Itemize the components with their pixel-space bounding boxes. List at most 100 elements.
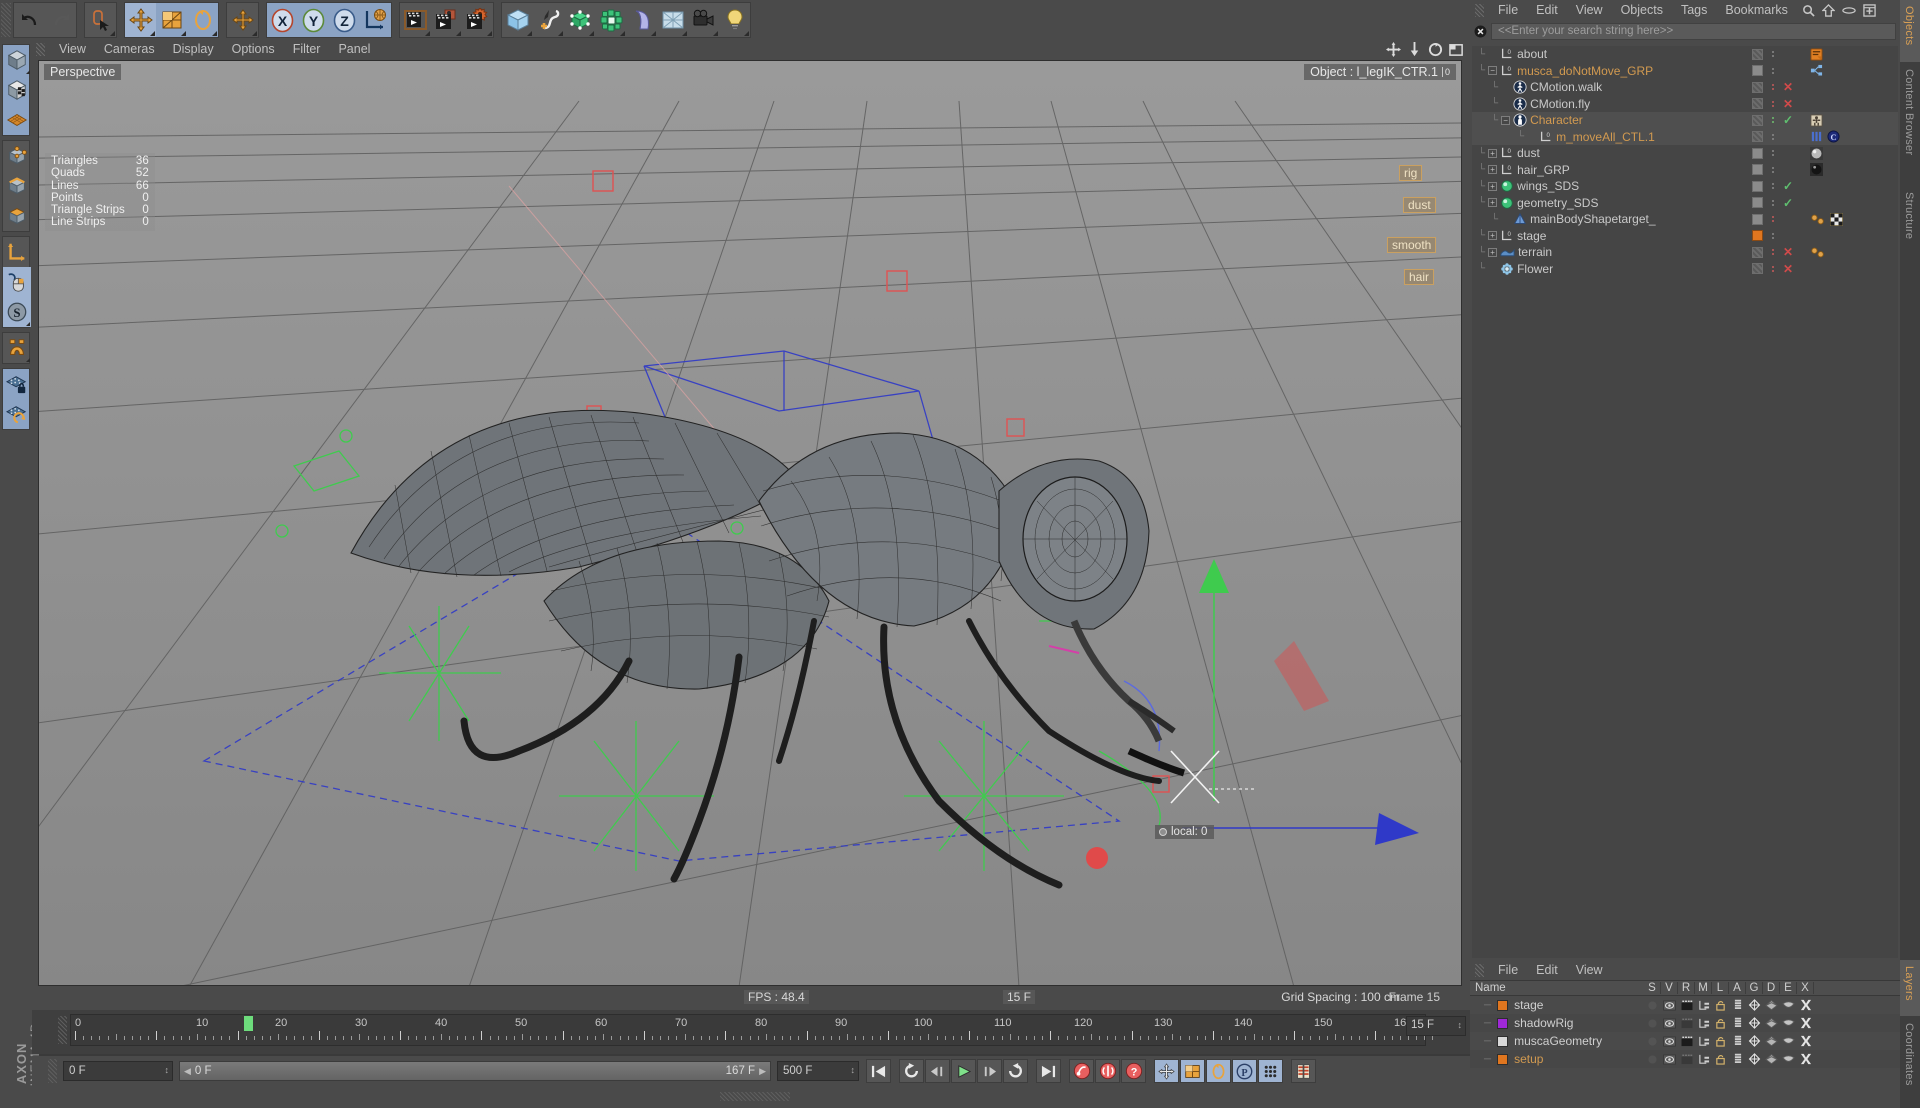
layer-flag-e[interactable] (1780, 1000, 1797, 1011)
viewport-menu-view[interactable]: View (50, 40, 95, 58)
spline-pen-icon[interactable] (533, 3, 564, 37)
floor-icon[interactable] (657, 3, 688, 37)
om-menu-tags[interactable]: Tags (1672, 1, 1716, 19)
transport-grip[interactable] (48, 1059, 57, 1083)
orange-note-tag[interactable] (1810, 48, 1823, 61)
visibility-toggle[interactable] (1752, 214, 1763, 225)
parameter-key-icon[interactable] (1258, 1059, 1283, 1083)
model-mode-icon[interactable] (3, 45, 31, 75)
protection-tag[interactable]: C (1827, 130, 1840, 143)
record-key-icon[interactable] (1069, 1059, 1094, 1083)
object-tree-row[interactable]: └0m_moveAll_CTL.1C (1472, 129, 1898, 146)
axis-x-button[interactable]: X (267, 3, 298, 37)
dolly-icon[interactable] (1407, 42, 1422, 57)
workplane-rotate-icon[interactable] (3, 399, 31, 429)
current-frame-field[interactable]: 0 F ↕ (63, 1061, 173, 1081)
current-frame-marker[interactable] (244, 1016, 253, 1031)
viewport-tag-dust[interactable]: dust (1403, 197, 1436, 213)
key-question-icon[interactable]: ? (1121, 1059, 1146, 1083)
undo-button[interactable] (14, 3, 45, 37)
polygons-mode-icon[interactable] (3, 201, 31, 231)
tree-expander-plus[interactable]: + (1488, 248, 1497, 257)
pan-icon[interactable] (1386, 42, 1401, 57)
character-tag[interactable] (1810, 114, 1823, 127)
om-menu-objects[interactable]: Objects (1612, 1, 1672, 19)
viewport-tag-smooth[interactable]: smooth (1387, 237, 1436, 253)
object-tree[interactable]: └0about└−0musca_doNotMove_GRP└CMotion.wa… (1472, 46, 1898, 958)
layer-flag-m[interactable] (1695, 1054, 1712, 1065)
visibility-dots[interactable] (1767, 96, 1779, 112)
viewport-3d[interactable]: Y Perspective Object : l_legIK_CTR.1 0 T… (38, 60, 1462, 986)
layer-flag-r[interactable] (1678, 1018, 1695, 1029)
layer-flag-x[interactable] (1797, 1035, 1814, 1047)
step-back-icon[interactable] (925, 1059, 950, 1083)
layers-menu-edit[interactable]: Edit (1527, 961, 1567, 979)
rotation-key-icon[interactable] (1206, 1059, 1231, 1083)
side-tab-objects[interactable]: Objects (1900, 0, 1920, 62)
layer-flag-v[interactable] (1661, 1036, 1678, 1047)
visibility-toggle[interactable] (1752, 164, 1763, 175)
layer-flag-l[interactable] (1712, 1017, 1729, 1029)
xpresso-tag[interactable] (1810, 64, 1823, 77)
object-tree-row[interactable]: └+wings_SDS✓ (1472, 178, 1898, 195)
side-tab-structure[interactable]: Structure (1900, 186, 1920, 264)
scrub-prev-icon[interactable]: ◀ (184, 1066, 191, 1077)
loop-reverse-icon[interactable] (899, 1059, 924, 1083)
morph-tag[interactable] (1810, 213, 1826, 226)
pla-key-icon[interactable]: P (1232, 1059, 1257, 1083)
layer-color-swatch[interactable] (1497, 1036, 1508, 1047)
scale-tool-button[interactable] (156, 3, 187, 37)
edges-mode-icon[interactable] (3, 171, 31, 201)
layer-row[interactable]: ─shadowRig (1470, 1014, 1900, 1032)
layer-row[interactable]: ─muscaGeometry (1470, 1032, 1900, 1050)
skip-end-icon[interactable] (1036, 1059, 1061, 1083)
tree-expander-plus[interactable]: + (1488, 149, 1497, 158)
viewport-menu-grip[interactable] (36, 43, 45, 56)
subdivision-icon[interactable] (564, 3, 595, 37)
layer-color-swatch[interactable] (1497, 1018, 1508, 1029)
max-frame-field[interactable]: 500 F ↕ (777, 1061, 859, 1081)
layers-menu-view[interactable]: View (1567, 961, 1612, 979)
workplane-lock-icon[interactable] (3, 369, 31, 399)
layer-flag-m[interactable] (1695, 1000, 1712, 1011)
axis-y-button[interactable]: Y (298, 3, 329, 37)
render-view-button[interactable] (400, 3, 431, 37)
checker-tag[interactable] (1830, 213, 1843, 226)
layer-flag-s[interactable] (1644, 1054, 1661, 1065)
layer-flag-d[interactable] (1763, 1053, 1780, 1065)
visibility-toggle[interactable] (1752, 82, 1763, 93)
layer-flag-g[interactable] (1746, 1035, 1763, 1047)
layer-flag-v[interactable] (1661, 1054, 1678, 1065)
layer-flag-a[interactable] (1729, 1017, 1746, 1029)
viewport-menu-display[interactable]: Display (164, 40, 223, 58)
visibility-dots[interactable] (1767, 79, 1779, 95)
object-tree-row[interactable]: └Flower✕ (1472, 261, 1898, 278)
visibility-dots[interactable] (1767, 162, 1779, 178)
viewport-tag-hair[interactable]: hair (1404, 269, 1434, 285)
layer-flag-m[interactable] (1695, 1036, 1712, 1047)
layer-flag-a[interactable] (1729, 1053, 1746, 1065)
om-menu-file[interactable]: File (1489, 1, 1527, 19)
live-selection-button[interactable] (85, 3, 116, 37)
move-tool-button[interactable] (125, 3, 156, 37)
visibility-dots[interactable] (1767, 63, 1779, 79)
visibility-toggle[interactable] (1752, 247, 1763, 258)
texture-mode-icon[interactable] (3, 75, 31, 105)
morph-tag[interactable] (1810, 246, 1826, 259)
layer-color-swatch[interactable] (1497, 1054, 1508, 1065)
layer-flag-d[interactable] (1763, 1035, 1780, 1047)
add-layer-icon[interactable] (1863, 4, 1876, 17)
maximize-icon[interactable] (1449, 42, 1464, 57)
layer-row[interactable]: ─setup (1470, 1050, 1900, 1068)
render-settings-button[interactable] (462, 3, 493, 37)
world-axis-button[interactable] (360, 3, 391, 37)
time-scrubber[interactable]: ◀ 0 F 167 F ▶ (179, 1061, 771, 1081)
visibility-toggle[interactable] (1752, 49, 1763, 60)
visibility-toggle[interactable] (1752, 115, 1763, 126)
timeline-ruler[interactable]: 0 10 20 30 40 50 60 70 80 90 100 110 120… (70, 1014, 1426, 1046)
viewport-menu-filter[interactable]: Filter (284, 40, 330, 58)
visibility-dots[interactable] (1767, 244, 1779, 260)
magnet-move-button[interactable] (227, 3, 258, 37)
layer-color-swatch[interactable] (1497, 1000, 1508, 1011)
object-tree-row[interactable]: └CMotion.walk✕ (1472, 79, 1898, 96)
